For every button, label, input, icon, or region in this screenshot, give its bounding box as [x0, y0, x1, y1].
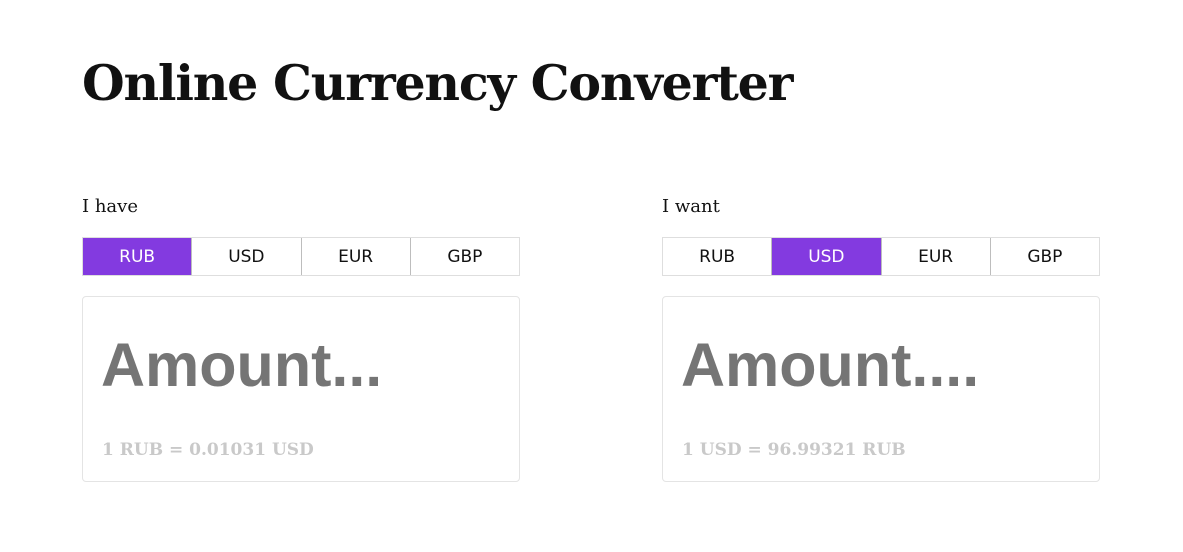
want-currency-tabs: RUB USD EUR GBP: [662, 237, 1100, 276]
want-exchange-rate: 1 USD = 96.99321 RUB: [682, 440, 906, 460]
have-amount-box: 1 RUB = 0.01031 USD: [82, 296, 520, 482]
want-tab-usd[interactable]: USD: [771, 238, 881, 275]
want-tab-rub[interactable]: RUB: [663, 238, 772, 275]
want-label: I want: [662, 196, 720, 217]
have-amount-input[interactable]: [101, 327, 501, 403]
page-title: Online Currency Converter: [82, 54, 793, 112]
have-label: I have: [82, 196, 138, 217]
want-panel: I want RUB USD EUR GBP 1 USD = 96.99321 …: [662, 194, 1100, 482]
have-panel: I have RUB USD EUR GBP 1 RUB = 0.01031 U…: [82, 194, 520, 482]
have-currency-tabs: RUB USD EUR GBP: [82, 237, 520, 276]
have-tab-usd[interactable]: USD: [191, 238, 301, 275]
want-amount-box: 1 USD = 96.99321 RUB: [662, 296, 1100, 482]
have-tab-eur[interactable]: EUR: [300, 238, 410, 275]
want-amount-input[interactable]: [681, 327, 1081, 403]
want-tab-gbp[interactable]: GBP: [989, 238, 1099, 275]
have-tab-gbp[interactable]: GBP: [409, 238, 519, 275]
have-exchange-rate: 1 RUB = 0.01031 USD: [102, 440, 314, 460]
have-tab-rub[interactable]: RUB: [83, 238, 192, 275]
want-tab-eur[interactable]: EUR: [880, 238, 990, 275]
